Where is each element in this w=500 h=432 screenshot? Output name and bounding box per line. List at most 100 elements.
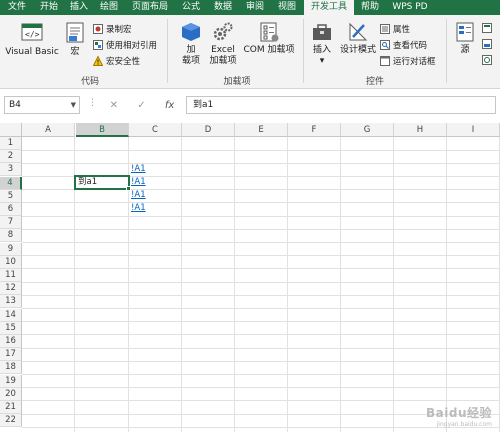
row-header-22[interactable]: 22 xyxy=(0,414,22,428)
tab-page-layout[interactable]: 页面布局 xyxy=(124,0,176,15)
row-header-3[interactable]: 3 xyxy=(0,163,22,177)
column-header-g[interactable]: G xyxy=(341,123,394,137)
watermark-main: Baidu经验 xyxy=(426,406,492,420)
addins-label-line1: 加 xyxy=(186,45,196,55)
run-dialog-label: 运行对话框 xyxy=(393,57,436,67)
more-icon[interactable]: ⋮ xyxy=(88,98,97,108)
grid-row-line xyxy=(22,321,500,323)
row-header-9[interactable]: 9 xyxy=(0,242,22,256)
grid-row-line xyxy=(22,387,500,389)
tab-wps-pdf[interactable]: WPS PD xyxy=(386,0,434,15)
enter-icon[interactable]: ✓ xyxy=(137,100,145,111)
name-box[interactable]: B4 ▼ xyxy=(4,96,80,114)
grid-row-line xyxy=(22,215,500,217)
addins-label-line2: 载项 xyxy=(181,56,200,66)
row-header-2[interactable]: 2 xyxy=(0,150,22,164)
xml-refresh-data-button[interactable] xyxy=(482,55,495,65)
tab-developer[interactable]: 开发工具 xyxy=(304,0,354,15)
xml-map-properties-button[interactable] xyxy=(482,23,495,33)
properties-button[interactable]: 属性 xyxy=(380,23,410,35)
ribbon-separator xyxy=(303,19,304,83)
row-header-14[interactable]: 14 xyxy=(0,308,22,322)
design-mode-button[interactable]: 设计模式 xyxy=(338,21,378,56)
cancel-icon[interactable]: ✕ xyxy=(110,100,118,111)
column-header-b[interactable]: B xyxy=(76,123,129,137)
grid-row-line xyxy=(22,268,500,270)
chevron-down-icon: ▾ xyxy=(319,56,325,66)
row-header-4[interactable]: 4 xyxy=(0,176,22,190)
com-addins-icon xyxy=(260,22,279,42)
row-header-1[interactable]: 1 xyxy=(0,137,22,150)
tab-help[interactable]: 帮助 xyxy=(354,0,386,15)
record-macro-button[interactable]: 录制宏 xyxy=(93,23,132,35)
xml-source-button[interactable]: 源 xyxy=(452,21,478,56)
excel-addins-button[interactable]: Excel 加载项 xyxy=(208,21,238,67)
refresh-data-icon xyxy=(482,55,492,65)
view-code-icon xyxy=(380,40,390,50)
column-header-h[interactable]: H xyxy=(394,123,447,137)
worksheet-grid[interactable]: ABCDEFGHI 1 2 3 4 5 6 7 8 9 10 11 12 13 14 15 16 17 18 19 2… xyxy=(0,123,500,432)
row-header-6[interactable]: 6 xyxy=(0,203,22,216)
tab-home[interactable]: 开始 xyxy=(34,0,64,15)
row-header-5[interactable]: 5 xyxy=(0,189,22,203)
visual-basic-label: Visual Basic xyxy=(5,47,59,57)
row-header-8[interactable]: 8 xyxy=(0,229,22,243)
select-all-corner[interactable] xyxy=(0,123,22,137)
com-addins-button[interactable]: COM 加载项 xyxy=(240,21,298,56)
row-header-11[interactable]: 11 xyxy=(0,269,22,282)
map-properties-icon xyxy=(482,23,492,33)
com-addins-label: COM 加载项 xyxy=(243,45,295,55)
excel-addins-label-line1: Excel xyxy=(211,45,235,55)
tab-review[interactable]: 审阅 xyxy=(240,0,270,15)
tab-data[interactable]: 数据 xyxy=(206,0,240,15)
row-header-13[interactable]: 13 xyxy=(0,295,22,309)
tab-file[interactable]: 文件 xyxy=(0,0,34,15)
row-header-17[interactable]: 17 xyxy=(0,348,22,362)
use-relative-references-button[interactable]: 使用相对引用 xyxy=(93,39,157,51)
view-code-label: 查看代码 xyxy=(393,41,428,51)
row-header-7[interactable]: 7 xyxy=(0,216,22,230)
grid-row-line xyxy=(22,373,500,375)
insert-control-button[interactable]: 插入 ▾ xyxy=(308,21,336,67)
cell-c4-link[interactable]: !A1 xyxy=(129,176,181,189)
visual-basic-button[interactable]: </> Visual Basic xyxy=(4,21,60,58)
row-header-10[interactable]: 10 xyxy=(0,255,22,269)
formula-input[interactable]: 到a1 xyxy=(186,96,496,114)
macro-security-button[interactable]: 宏安全性 xyxy=(92,55,140,67)
row-header-15[interactable]: 15 xyxy=(0,321,22,335)
macros-button[interactable]: 宏 xyxy=(62,21,88,58)
tab-view[interactable]: 视图 xyxy=(270,0,304,15)
row-header-12[interactable]: 12 xyxy=(0,282,22,296)
run-dialog-button[interactable]: 运行对话框 xyxy=(380,55,436,67)
tab-draw[interactable]: 绘图 xyxy=(94,0,124,15)
grid-row-line xyxy=(22,294,500,296)
chevron-down-icon[interactable]: ▼ xyxy=(71,97,76,113)
addins-group-label: 加载项 xyxy=(223,77,251,87)
cell-c3-link[interactable]: !A1 xyxy=(129,163,181,176)
column-header-f[interactable]: F xyxy=(288,123,341,137)
row-header-19[interactable]: 19 xyxy=(0,374,22,388)
cell-b4[interactable]: 到a1 xyxy=(76,176,128,189)
row-header-21[interactable]: 21 xyxy=(0,401,22,414)
addins-button[interactable]: 加 载项 xyxy=(176,21,206,67)
xml-expansion-packs-button[interactable] xyxy=(482,39,495,49)
column-header-d[interactable]: D xyxy=(182,123,235,137)
grid-row-line xyxy=(22,347,500,349)
tab-insert[interactable]: 插入 xyxy=(64,0,94,15)
cell-c6-link[interactable]: !A1 xyxy=(129,202,181,215)
tab-formulas[interactable]: 公式 xyxy=(176,0,206,15)
cell-c5-link[interactable]: !A1 xyxy=(129,189,181,202)
record-macro-label: 录制宏 xyxy=(106,25,132,35)
view-code-button[interactable]: 查看代码 xyxy=(380,39,427,51)
column-header-a[interactable]: A xyxy=(22,123,75,137)
row-header-18[interactable]: 18 xyxy=(0,361,22,375)
row-header-20[interactable]: 20 xyxy=(0,387,22,401)
column-header-c[interactable]: C xyxy=(129,123,182,137)
insert-function-icon[interactable]: fx xyxy=(165,100,174,111)
design-mode-label: 设计模式 xyxy=(339,45,376,55)
name-box-value: B4 xyxy=(9,100,21,110)
controls-group-label: 控件 xyxy=(365,77,384,87)
row-header-16[interactable]: 16 xyxy=(0,335,22,348)
column-header-i[interactable]: I xyxy=(447,123,500,137)
column-header-e[interactable]: E xyxy=(235,123,288,137)
